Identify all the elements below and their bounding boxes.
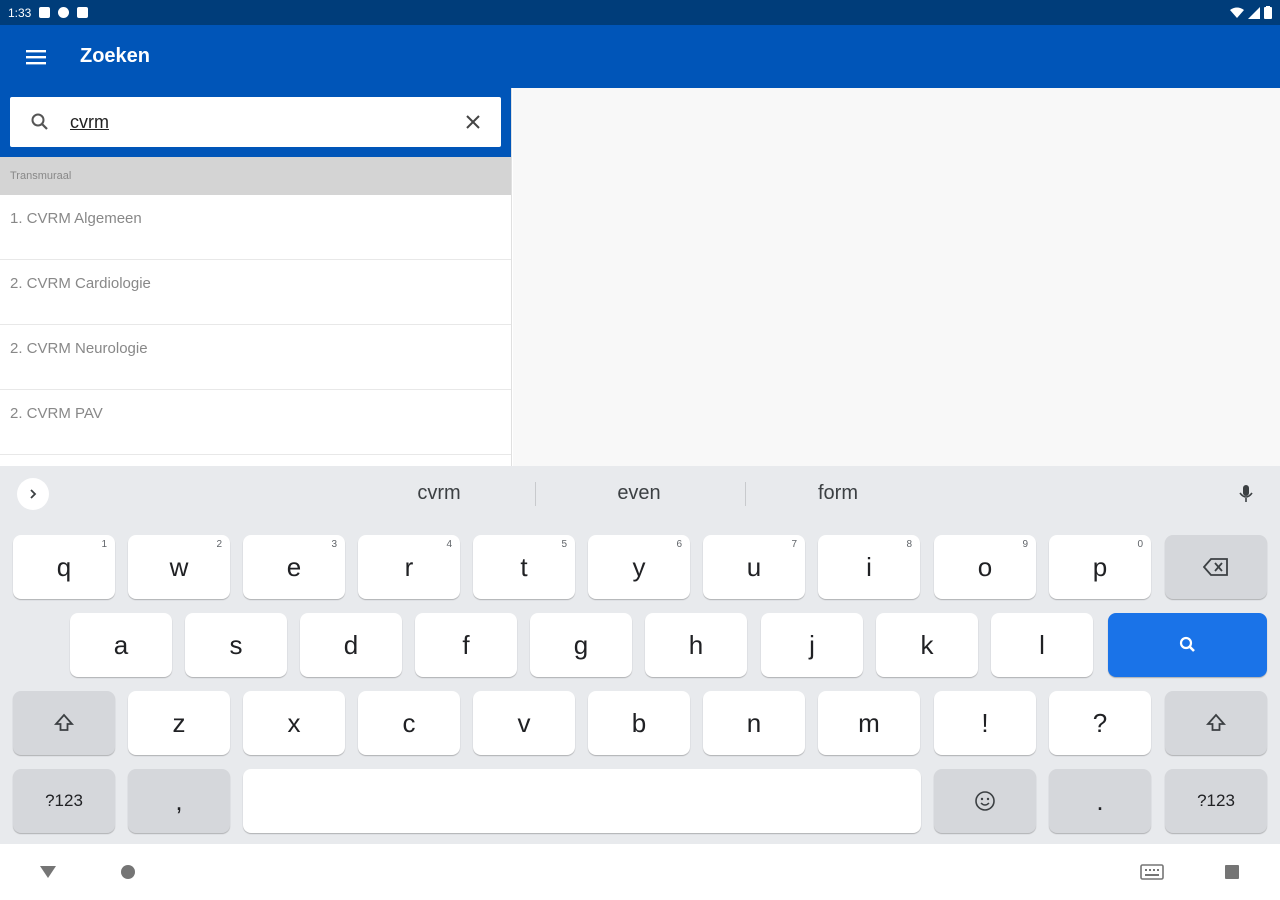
notification-icon: [39, 7, 51, 18]
key-period[interactable]: .: [1049, 769, 1151, 833]
key-e[interactable]: e3: [243, 535, 345, 599]
key-comma[interactable]: ,: [128, 769, 230, 833]
key-u[interactable]: u7: [703, 535, 805, 599]
key-z[interactable]: z: [128, 691, 230, 755]
suggestion-divider: [745, 482, 746, 506]
emoji-icon: [975, 791, 995, 811]
key-h[interactable]: h: [645, 613, 747, 677]
clear-search-button[interactable]: [445, 114, 501, 130]
key-m[interactable]: m: [818, 691, 920, 755]
search-action-key[interactable]: [1108, 613, 1267, 677]
key-a[interactable]: a: [70, 613, 172, 677]
wifi-icon: [1230, 7, 1244, 18]
section-header: Transmuraal: [0, 157, 511, 195]
search-icon: [10, 112, 70, 132]
app-notification-icon: [58, 7, 70, 18]
key-g[interactable]: g: [530, 613, 632, 677]
battery-icon: [1264, 6, 1272, 19]
shift-key-left[interactable]: [13, 691, 115, 755]
list-item[interactable]: 1. CVRM Algemeen: [0, 195, 511, 260]
backspace-icon: [1203, 558, 1228, 576]
search-bar: [0, 88, 511, 157]
suggestion-1[interactable]: cvrm: [379, 482, 499, 505]
space-key[interactable]: [243, 769, 921, 833]
status-time: 1:33: [8, 5, 32, 20]
suggestion-strip: cvrm even form: [0, 466, 1280, 522]
list-item-label: 2. CVRM Neurologie: [10, 340, 148, 357]
sd-card-icon: [77, 7, 89, 18]
shift-icon: [1206, 713, 1226, 731]
symbols-key-right[interactable]: ?123: [1165, 769, 1267, 833]
shift-icon: [54, 713, 74, 731]
status-bar: 1:33: [0, 0, 1280, 25]
key-p[interactable]: p0: [1049, 535, 1151, 599]
expand-toolbar-button[interactable]: [17, 478, 49, 510]
suggestion-divider: [535, 482, 536, 506]
microphone-icon: [1239, 485, 1253, 502]
list-item[interactable]: 2. CVRM Neurologie: [0, 325, 511, 390]
recents-square-icon: [1225, 865, 1239, 879]
search-results-pane: Transmuraal 1. CVRM Algemeen 2. CVRM Car…: [0, 88, 512, 466]
back-triangle-icon: [40, 866, 56, 878]
symbols-key-left[interactable]: ?123: [13, 769, 115, 833]
signal-icon: [1248, 6, 1260, 19]
key-n[interactable]: n: [703, 691, 805, 755]
key-v[interactable]: v: [473, 691, 575, 755]
key-r[interactable]: r4: [358, 535, 460, 599]
key-exclamation[interactable]: !: [934, 691, 1036, 755]
back-button[interactable]: [36, 860, 60, 884]
shift-key-right[interactable]: [1165, 691, 1267, 755]
backspace-key[interactable]: [1165, 535, 1267, 599]
list-item-label: 2. CVRM Cardiologie: [10, 275, 151, 292]
key-d[interactable]: d: [300, 613, 402, 677]
hamburger-menu-icon: [26, 49, 46, 64]
list-item[interactable]: 2. CVRM Cardiologie: [0, 260, 511, 325]
on-screen-keyboard: cvrm even form q1 w2 e3 r4 t5 y6 u7 i8 o…: [0, 466, 1280, 844]
search-input[interactable]: [70, 111, 445, 133]
key-l[interactable]: l: [991, 613, 1093, 677]
list-item[interactable]: 2. CVRM PAV: [0, 390, 511, 455]
search-icon: [1179, 636, 1195, 652]
key-t[interactable]: t5: [473, 535, 575, 599]
emoji-key[interactable]: [934, 769, 1036, 833]
key-i[interactable]: i8: [818, 535, 920, 599]
key-f[interactable]: f: [415, 613, 517, 677]
keyboard-icon: [1140, 864, 1164, 880]
close-icon: [466, 115, 480, 129]
search-box: [10, 97, 501, 147]
key-c[interactable]: c: [358, 691, 460, 755]
suggestion-3[interactable]: form: [778, 482, 898, 505]
key-x[interactable]: x: [243, 691, 345, 755]
voice-input-button[interactable]: [1232, 480, 1260, 508]
navigation-bar: [0, 844, 1280, 900]
suggestion-2[interactable]: even: [579, 482, 699, 505]
key-s[interactable]: s: [185, 613, 287, 677]
list-item-label: 1. CVRM Algemeen: [10, 210, 142, 227]
key-w[interactable]: w2: [128, 535, 230, 599]
home-button[interactable]: [116, 860, 140, 884]
key-y[interactable]: y6: [588, 535, 690, 599]
app-bar: Zoeken: [0, 25, 1280, 88]
detail-pane: [513, 88, 1280, 466]
key-j[interactable]: j: [761, 613, 863, 677]
key-k[interactable]: k: [876, 613, 978, 677]
menu-button[interactable]: [0, 25, 72, 88]
list-item-label: 2. CVRM PAV: [10, 405, 103, 422]
key-b[interactable]: b: [588, 691, 690, 755]
key-q[interactable]: q1: [13, 535, 115, 599]
recents-button[interactable]: [1220, 860, 1244, 884]
key-question[interactable]: ?: [1049, 691, 1151, 755]
keyboard-switch-button[interactable]: [1140, 860, 1164, 884]
chevron-right-icon: [30, 489, 37, 499]
page-title: Zoeken: [80, 45, 151, 67]
home-circle-icon: [121, 865, 135, 879]
key-o[interactable]: o9: [934, 535, 1036, 599]
